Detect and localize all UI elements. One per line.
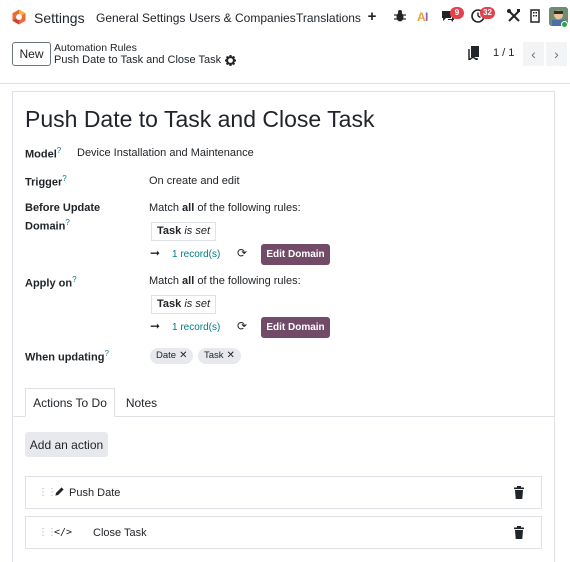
match-suffix: of the following rules: — [197, 202, 301, 214]
refresh-icon[interactable]: ⟳ — [237, 246, 247, 260]
when-updating-label-text: When updating — [25, 351, 105, 364]
menu-translations[interactable]: Translations — [296, 11, 361, 25]
apply-records-link[interactable]: 1 record(s) — [172, 322, 220, 333]
tag-label: Task — [204, 350, 224, 361]
record-title[interactable]: Push Date to Task and Close Task — [25, 106, 374, 133]
before-update-label-text: Domain — [25, 220, 66, 233]
match-all: all — [182, 275, 195, 287]
tag-task[interactable]: Task ✕ — [198, 348, 241, 364]
code-icon: </> — [54, 527, 73, 538]
help-icon[interactable]: ? — [104, 349, 108, 358]
match-prefix: Match — [149, 275, 179, 287]
match-prefix: Match — [149, 202, 179, 214]
before-match-text: Match all of the following rules: — [149, 202, 301, 214]
tag-label: Date — [156, 350, 177, 361]
gear-icon[interactable] — [225, 54, 237, 66]
top-navbar: Settings General Settings Users & Compan… — [0, 0, 570, 34]
before-update-label-line1: Before Update — [25, 202, 101, 214]
add-action-button[interactable]: Add an action — [25, 432, 108, 457]
menu-general-settings[interactable]: General Settings — [96, 11, 185, 25]
trigger-label-text: Trigger — [25, 176, 63, 189]
trigger-value[interactable]: On create and edit — [149, 175, 240, 187]
arrow-right-icon: ➞ — [150, 319, 161, 333]
match-all: all — [182, 202, 195, 214]
before-records-link[interactable]: 1 record(s) — [172, 249, 220, 260]
pager-previous-button[interactable]: ‹ — [523, 42, 544, 66]
tab-actions-to-do[interactable]: Actions To Do — [25, 388, 115, 417]
model-label-text: Model — [25, 148, 57, 161]
trigger-label: Trigger? — [25, 174, 67, 189]
apply-match-text: Match all of the following rules: — [149, 275, 301, 287]
activity-badge: 32 — [480, 7, 495, 19]
when-updating-label: When updating? — [25, 349, 109, 364]
chevron-right-icon: › — [554, 46, 559, 62]
breadcrumb-current-label: Push Date to Task and Close Task — [54, 54, 222, 66]
before-update-label-line2: Domain? — [25, 218, 70, 233]
help-icon[interactable]: ? — [57, 146, 61, 155]
remove-tag-icon[interactable]: ✕ — [227, 350, 235, 361]
arrow-right-icon: ➞ — [150, 246, 161, 260]
breadcrumb-parent[interactable]: Automation Rules — [54, 42, 137, 54]
apply-on-label: Apply on? — [25, 275, 77, 290]
help-icon[interactable]: ? — [72, 275, 76, 284]
breadcrumb-current: Push Date to Task and Close Task — [54, 54, 237, 66]
chevron-left-icon: ‹ — [531, 46, 536, 62]
apply-domain-rule[interactable]: Task is set — [151, 295, 217, 314]
messages-badge: 9 — [450, 7, 464, 19]
tag-date[interactable]: Date ✕ — [150, 348, 194, 364]
bookmark-icon[interactable] — [468, 46, 480, 60]
action-row-push-date[interactable]: ⋮⋮ Push Date — [25, 476, 542, 509]
new-button[interactable]: New — [12, 42, 51, 66]
control-panel: New Automation Rules Push Date to Task a… — [0, 34, 570, 84]
company-icon[interactable] — [527, 8, 543, 24]
menu-users-companies[interactable]: Users & Companies — [189, 11, 296, 25]
pencil-icon — [55, 487, 64, 496]
app-name[interactable]: Settings — [34, 10, 85, 26]
tools-icon[interactable] — [506, 8, 522, 24]
rule-field: Task — [157, 225, 182, 237]
pager-value[interactable]: 1 / 1 — [493, 47, 514, 59]
trash-icon[interactable] — [513, 526, 525, 539]
edit-domain-button[interactable]: Edit Domain — [261, 317, 330, 338]
pager-next-button[interactable]: › — [546, 42, 567, 66]
action-row-close-task[interactable]: ⋮⋮ </> Close Task — [25, 516, 542, 549]
trash-icon[interactable] — [513, 486, 525, 499]
apply-on-label-text: Apply on — [25, 277, 73, 290]
model-value[interactable]: Device Installation and Maintenance — [77, 147, 254, 159]
help-icon[interactable]: ? — [62, 174, 66, 183]
settings-app-icon[interactable] — [11, 9, 27, 25]
rule-operator: is set — [184, 298, 211, 310]
rule-operator: is set — [184, 225, 211, 237]
match-suffix: of the following rules: — [197, 275, 301, 287]
tab-notes[interactable]: Notes — [115, 388, 168, 417]
online-status-dot — [561, 21, 568, 28]
action-label: Close Task — [93, 527, 147, 539]
help-icon[interactable]: ? — [65, 218, 69, 227]
remove-tag-icon[interactable]: ✕ — [179, 350, 187, 361]
ai-icon[interactable]: A I — [416, 8, 432, 24]
rule-field: Task — [157, 298, 182, 310]
refresh-icon[interactable]: ⟳ — [237, 319, 247, 333]
model-label: Model? — [25, 146, 61, 161]
plus-icon[interactable]: + — [364, 8, 380, 25]
svg-text:I: I — [425, 10, 428, 24]
before-domain-rule[interactable]: Task is set — [151, 222, 217, 241]
bug-icon[interactable] — [392, 8, 408, 24]
action-label: Push Date — [69, 487, 121, 499]
edit-domain-button[interactable]: Edit Domain — [261, 244, 330, 265]
